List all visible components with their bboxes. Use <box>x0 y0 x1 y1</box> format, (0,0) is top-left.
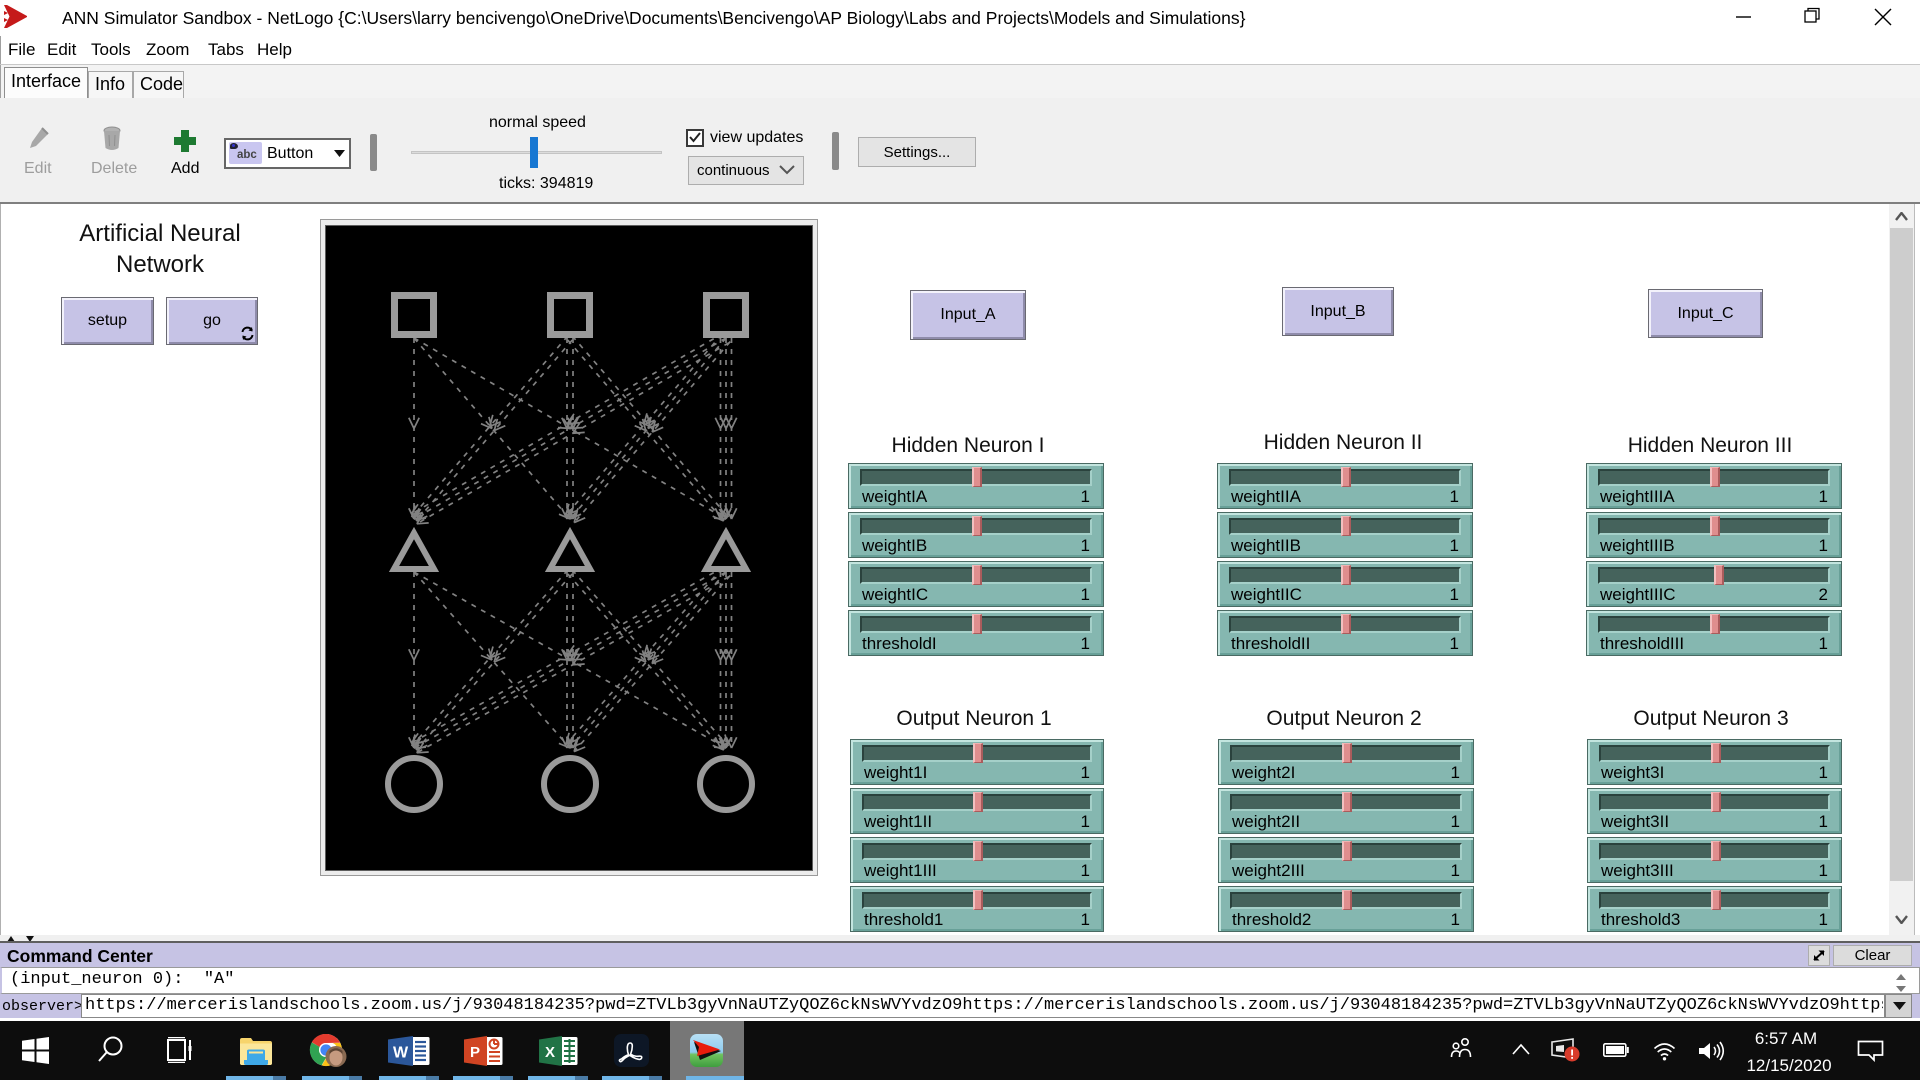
svg-text:X: X <box>545 1044 555 1061</box>
svg-text:P: P <box>470 1044 480 1061</box>
svg-text:W: W <box>393 1045 409 1062</box>
